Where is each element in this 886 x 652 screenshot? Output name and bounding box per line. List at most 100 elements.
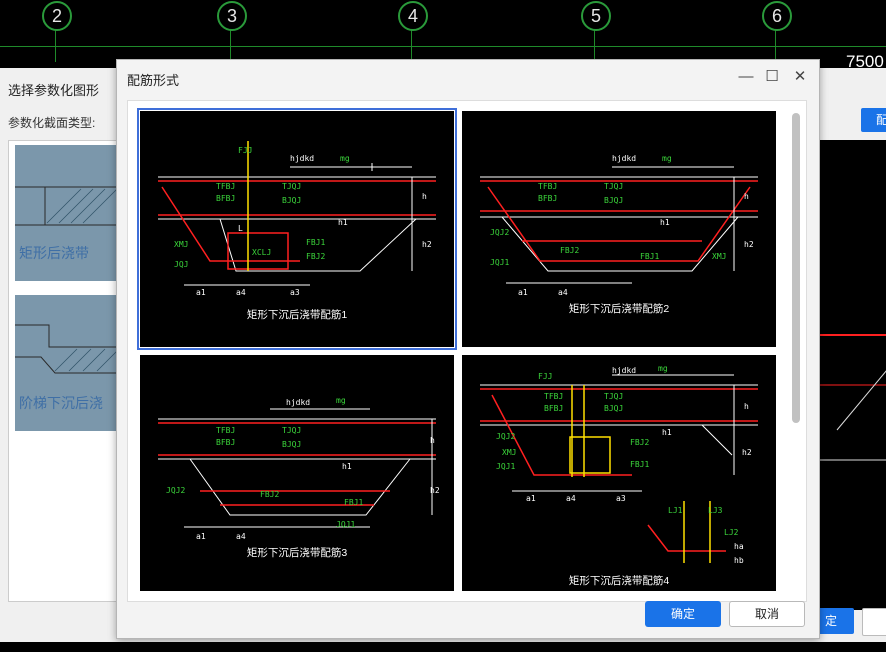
dialog-title: 选择参数化图形 bbox=[8, 83, 100, 98]
rebar-label: JQJ2 bbox=[166, 486, 185, 495]
dim-label: a3 bbox=[290, 288, 300, 297]
cancel-button[interactable]: 取消 bbox=[729, 601, 805, 627]
rebar-label: BFBJ bbox=[538, 194, 557, 203]
dim-label: h1 bbox=[338, 218, 348, 227]
section-tile[interactable]: 矩形后浇带 bbox=[15, 145, 122, 281]
rebar-label: FBJ2 bbox=[306, 252, 325, 261]
rebar-option[interactable]: hjdkd mg FJJ TFBJ BFBJ TJQJ BJQJ JQJ2 XM… bbox=[462, 355, 776, 591]
ok-button[interactable]: 确定 bbox=[645, 601, 721, 627]
dim-label: h2 bbox=[430, 486, 440, 495]
close-icon[interactable]: ✕ bbox=[791, 68, 809, 86]
rebar-form-dialog: 配筋形式 — ☐ ✕ hjdkd mg FJJ TFBJ BFBJ TJQJ B… bbox=[116, 59, 820, 639]
axis-bubble: 2 bbox=[42, 1, 72, 31]
option-caption: 矩形下沉后浇带配筋4 bbox=[568, 575, 670, 587]
dim-label: h bbox=[422, 192, 427, 201]
dim-label: h2 bbox=[742, 448, 752, 457]
rebar-label: TFBJ bbox=[216, 182, 235, 191]
rebar-label: BJQJ bbox=[604, 404, 623, 413]
rebar-label: JQJ1 bbox=[336, 520, 355, 529]
dim-label: hjdkd bbox=[612, 366, 636, 375]
dim-label: mg bbox=[658, 364, 668, 373]
rebar-label: JQJ1 bbox=[496, 462, 515, 471]
rebar-label: XMJ bbox=[712, 252, 726, 261]
rebar-label: LJ2 bbox=[724, 528, 739, 537]
preview-pane bbox=[816, 140, 886, 610]
dim-label: a1 bbox=[518, 288, 528, 297]
dim-label: h bbox=[430, 436, 435, 445]
dim-label: hjdkd bbox=[290, 154, 314, 163]
dim-label: hb bbox=[734, 556, 744, 565]
dim-label: h1 bbox=[342, 462, 352, 471]
rebar-label: JQJ2 bbox=[496, 432, 515, 441]
dim-label: mg bbox=[336, 396, 346, 405]
rebar-label: XCLJ bbox=[252, 248, 271, 257]
rebar-label: FBJ2 bbox=[630, 438, 649, 447]
rebar-label: TJQJ bbox=[282, 426, 301, 435]
rebar-label: BFBJ bbox=[544, 404, 563, 413]
rebar-label: L bbox=[238, 224, 243, 233]
section-type-label: 参数化截面类型: bbox=[8, 116, 96, 130]
dim-label: a4 bbox=[236, 532, 246, 541]
section-type-list[interactable]: 矩形后浇带 阶梯下沉后浇 bbox=[8, 140, 122, 602]
rebar-label: JQJ1 bbox=[490, 258, 509, 267]
scrollbar-thumb[interactable] bbox=[792, 113, 800, 423]
dim-label: a4 bbox=[236, 288, 246, 297]
rebar-label: TJQJ bbox=[282, 182, 301, 191]
rebar-label: BFBJ bbox=[216, 438, 235, 447]
rebar-label: FBJ2 bbox=[260, 490, 279, 499]
minimize-icon[interactable]: — bbox=[737, 68, 755, 86]
axis-bubble: 6 bbox=[762, 1, 792, 31]
dialog-title: 配筋形式 bbox=[127, 73, 180, 88]
rebar-label: JQJ2 bbox=[490, 228, 509, 237]
rebar-label: FJJ bbox=[538, 372, 552, 381]
dim-label: a3 bbox=[616, 494, 626, 503]
cancel-button[interactable] bbox=[862, 608, 886, 636]
rebar-label: FBJ1 bbox=[306, 238, 325, 247]
dim-label: h bbox=[744, 192, 749, 201]
dim-label: a4 bbox=[558, 288, 568, 297]
option-caption: 矩形下沉后浇带配筋2 bbox=[568, 303, 670, 315]
rebar-label: FBJ2 bbox=[560, 246, 579, 255]
rebar-label: BJQJ bbox=[604, 196, 623, 205]
option-caption: 矩形下沉后浇带配筋1 bbox=[246, 309, 348, 321]
rebar-diagram: hjdkd mg FJJ TFBJ BFBJ TJQJ BJQJ JQJ2 XM… bbox=[480, 364, 758, 565]
dim-label: a1 bbox=[196, 532, 206, 541]
rebar-option[interactable]: hjdkd mg TFBJ BFBJ TJQJ BJQJ JQJ2 JQJ1 F… bbox=[462, 111, 776, 347]
rebar-label: TFBJ bbox=[544, 392, 563, 401]
axis-bubble: 4 bbox=[398, 1, 428, 31]
rebar-label: JQJ bbox=[174, 260, 188, 269]
configure-button[interactable]: 配 bbox=[861, 108, 886, 132]
dim-label: ha bbox=[734, 542, 744, 551]
rebar-label: FJJ bbox=[238, 146, 252, 155]
dim-label: hjdkd bbox=[286, 398, 310, 407]
dim-label: h1 bbox=[660, 218, 670, 227]
rebar-option[interactable]: hjdkd mg TFBJ BFBJ TJQJ BJQJ JQJ2 FBJ2 F… bbox=[140, 355, 454, 591]
axis-bubble: 5 bbox=[581, 1, 611, 31]
rebar-label: TFBJ bbox=[538, 182, 557, 191]
dim-label: h2 bbox=[422, 240, 432, 249]
dim-label: a1 bbox=[526, 494, 536, 503]
rebar-option[interactable]: hjdkd mg FJJ TFBJ BFBJ TJQJ BJQJ XMJ JQJ… bbox=[137, 108, 457, 350]
dim-label: h1 bbox=[662, 428, 672, 437]
section-tile-label: 阶梯下沉后浇 bbox=[19, 395, 103, 411]
section-tile[interactable]: 阶梯下沉后浇 bbox=[15, 295, 121, 431]
grid-line bbox=[0, 46, 886, 47]
dim-label: hjdkd bbox=[612, 154, 636, 163]
rebar-label: TJQJ bbox=[604, 182, 623, 191]
dim-label: h2 bbox=[744, 240, 754, 249]
maximize-icon[interactable]: ☐ bbox=[763, 68, 781, 86]
section-tile-label: 矩形后浇带 bbox=[19, 245, 89, 261]
rebar-label: FBJ1 bbox=[344, 498, 363, 507]
options-grid: hjdkd mg FJJ TFBJ BFBJ TJQJ BJQJ XMJ JQJ… bbox=[127, 100, 807, 602]
dim-label: mg bbox=[662, 154, 672, 163]
axis-bubble: 3 bbox=[217, 1, 247, 31]
dim-label: a1 bbox=[196, 288, 206, 297]
rebar-label: FBJ1 bbox=[630, 460, 649, 469]
rebar-label: XMJ bbox=[502, 448, 516, 457]
vertical-scrollbar[interactable] bbox=[792, 113, 800, 593]
rebar-label: BJQJ bbox=[282, 196, 301, 205]
rebar-label: TFBJ bbox=[216, 426, 235, 435]
rebar-label: TJQJ bbox=[604, 392, 623, 401]
dim-label: mg bbox=[340, 154, 350, 163]
rebar-label: BFBJ bbox=[216, 194, 235, 203]
